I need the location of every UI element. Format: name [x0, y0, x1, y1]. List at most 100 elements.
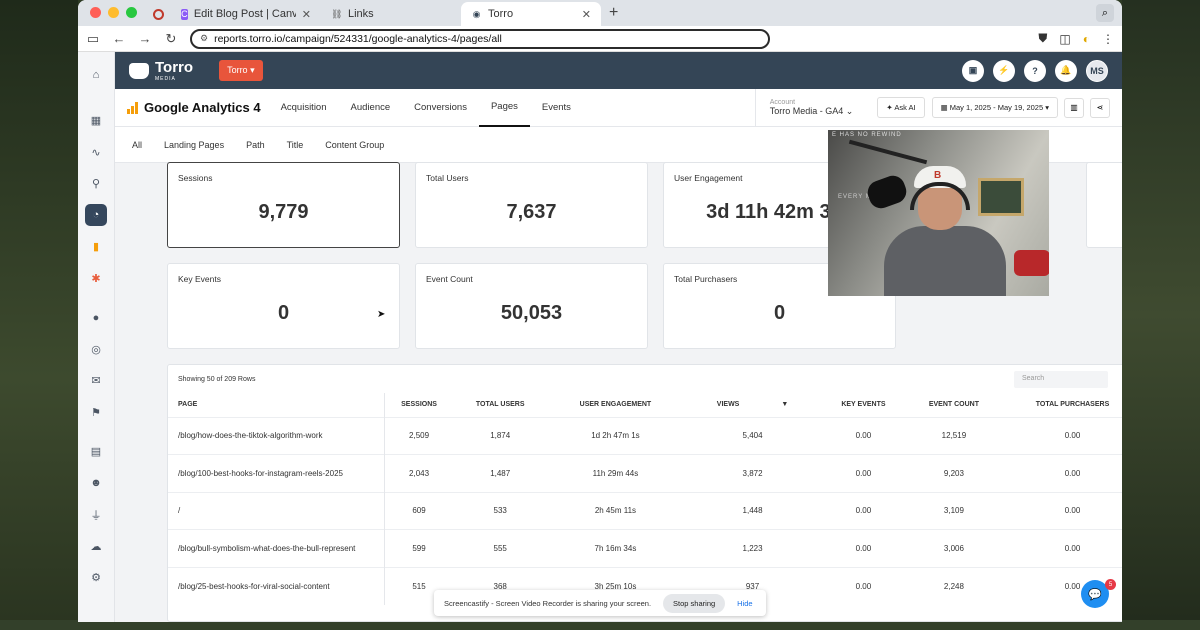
tab-acquisition[interactable]: Acquisition	[269, 89, 339, 127]
column-header-views[interactable]: VIEWS ▼	[684, 393, 821, 417]
metric-card-key-events[interactable]: Key Events 0	[167, 263, 400, 349]
column-header-label: VIEWS	[716, 401, 740, 409]
tab-links[interactable]: ⛓ Links	[321, 2, 461, 26]
google-analytics-logo-icon	[127, 101, 138, 114]
metric-card-event-count[interactable]: Event Count 50,053	[415, 263, 648, 349]
tab-audience[interactable]: Audience	[339, 89, 403, 127]
subtab-title[interactable]: Title	[276, 140, 315, 150]
home-icon[interactable]: ⌂	[85, 64, 107, 86]
tab-events[interactable]: Events	[530, 89, 583, 127]
tab-pinned[interactable]	[147, 2, 171, 26]
date-range-picker[interactable]: ▦ May 1, 2025 - May 19, 2025 ▾	[931, 97, 1058, 118]
table-row[interactable]: /blog/100-best-hooks-for-instagram-reels…	[168, 454, 1122, 492]
mail-icon[interactable]: ✉	[85, 370, 107, 392]
back-icon[interactable]: ←	[112, 31, 126, 46]
tab-torro[interactable]: ◉ Torro ✕	[461, 2, 601, 26]
cloud-icon[interactable]: ☁	[85, 535, 107, 557]
torro-logo[interactable]: Torro MEDIA	[129, 59, 193, 82]
metric-card-partial	[1086, 162, 1122, 248]
close-window-button[interactable]	[90, 7, 101, 18]
forward-icon[interactable]: →	[138, 31, 152, 46]
add-report-icon[interactable]: ▣	[962, 59, 984, 82]
table-cell: 3,109	[905, 491, 1002, 530]
search-icon[interactable]: ⚲	[85, 173, 107, 195]
table-row[interactable]: /blog/bull-symbolism-what-does-the-bull-…	[168, 529, 1122, 567]
column-header-user-engagement[interactable]: USER ENGAGEMENT	[547, 393, 684, 417]
column-header-event-count[interactable]: EVENT COUNT	[906, 393, 1002, 417]
subtab-all[interactable]: All	[121, 140, 153, 150]
zoom-window-button[interactable]	[126, 7, 137, 18]
location-icon[interactable]: ⚑	[85, 401, 107, 423]
tab-pages[interactable]: Pages	[478, 89, 530, 127]
bull-icon	[129, 62, 149, 79]
table-cell: 2,248	[905, 566, 1002, 605]
google-analytics-icon[interactable]: ▮	[85, 236, 107, 258]
avatar[interactable]: MS	[1086, 59, 1108, 82]
ask-ai-button[interactable]: ✦ Ask AI	[877, 97, 925, 118]
tab-conversions[interactable]: Conversions	[402, 89, 479, 127]
table-cell: 555	[453, 529, 547, 567]
account-selector[interactable]: Account Torro Media - GA4 ⌄	[754, 88, 868, 127]
split-view-icon[interactable]: ◫	[1059, 32, 1070, 46]
column-header-key-events[interactable]: KEY EVENTS	[821, 393, 906, 417]
column-header-total-purchasers[interactable]: TOTAL PURCHASERS	[1002, 393, 1122, 417]
grid-icon[interactable]: ▦	[85, 110, 107, 132]
page-path-cell[interactable]: /blog/25-best-hooks-for-viral-social-con…	[168, 566, 385, 605]
pulse-icon[interactable]: ∿	[85, 141, 107, 163]
page-path-cell[interactable]: /blog/100-best-hooks-for-instagram-reels…	[168, 454, 385, 492]
share-icon[interactable]: ⋖	[1090, 97, 1110, 118]
page-path-cell[interactable]: /blog/how-does-the-tiktok-algorithm-work	[168, 416, 385, 455]
table-header-row: PAGE SESSIONS TOTAL USERS USER ENGAGEMEN…	[168, 393, 1122, 417]
chat-icon[interactable]: ●	[85, 307, 107, 329]
page-path-cell[interactable]: /	[168, 491, 385, 530]
workspace-dropdown[interactable]: Torro ▾	[219, 60, 263, 81]
webcam-overlay[interactable]: E HAS NO REWIND EVERY MOM B	[828, 130, 1049, 296]
metric-label: Total Purchasers	[674, 274, 738, 284]
close-tab-icon[interactable]: ✕	[582, 8, 591, 21]
help-icon[interactable]: ?	[1024, 59, 1046, 82]
address-bar[interactable]: ⚙ reports.torro.io/campaign/524331/googl…	[190, 28, 770, 49]
menu-icon[interactable]: ⋮	[1102, 32, 1114, 46]
plug-icon[interactable]: ⏚	[85, 504, 107, 526]
tab-search-icon[interactable]: ⌕	[1096, 4, 1114, 22]
table-cell: 0.00	[1002, 529, 1122, 567]
hide-button[interactable]: Hide	[737, 599, 752, 608]
settings-icon[interactable]: ⚙	[85, 567, 107, 589]
close-tab-icon[interactable]: ✕	[302, 8, 311, 21]
desktop-background-right	[1122, 0, 1200, 630]
reload-icon[interactable]: ↻	[164, 31, 178, 47]
sort-desc-icon[interactable]: ▼	[781, 401, 788, 408]
subtab-landing-pages[interactable]: Landing Pages	[153, 140, 235, 150]
site-info-icon[interactable]: ⚙	[200, 33, 208, 44]
stop-sharing-button[interactable]: Stop sharing	[663, 593, 726, 613]
tab-canva[interactable]: C Edit Blog Post | Canva's $100M S ✕	[171, 2, 321, 26]
table-row[interactable]: /609 533 2h 45m 11s 1,448 0.00 3,109 0.00	[168, 491, 1122, 530]
notification-bell-icon[interactable]: 🔔	[1055, 59, 1077, 82]
export-icon[interactable]: ▥	[1064, 97, 1084, 118]
table-search-input[interactable]: Search	[1014, 370, 1108, 388]
tab-strip: C Edit Blog Post | Canva's $100M S ✕ ⛓ L…	[78, 0, 1122, 26]
page-path-cell[interactable]: /blog/bull-symbolism-what-does-the-bull-…	[168, 529, 385, 567]
users-icon[interactable]: ☻	[85, 472, 107, 494]
extension-icon[interactable]: ◐	[1083, 32, 1090, 46]
minimize-window-button[interactable]	[108, 7, 119, 18]
subtab-path[interactable]: Path	[235, 140, 276, 150]
new-tab-button[interactable]: +	[601, 4, 626, 26]
metric-card-sessions[interactable]: Sessions 9,779	[167, 162, 400, 248]
table-row[interactable]: /blog/how-does-the-tiktok-algorithm-work…	[168, 416, 1122, 455]
mouse-cursor: ➤	[377, 309, 386, 320]
metric-card-total-users[interactable]: Total Users 7,637	[415, 162, 648, 248]
analytics-icon[interactable]: ◔	[85, 204, 107, 226]
table-cell: 9,203	[905, 454, 1002, 492]
document-icon[interactable]: ▤	[85, 441, 107, 463]
hubspot-icon[interactable]: ✱	[85, 267, 107, 289]
shield-icon[interactable]: ⛊	[1038, 31, 1047, 46]
url-text: reports.torro.io/campaign/524331/google-…	[214, 32, 502, 45]
column-header-page[interactable]: PAGE	[168, 393, 385, 417]
lightning-icon[interactable]: ⚡	[993, 59, 1015, 82]
subtab-content-group[interactable]: Content Group	[314, 140, 395, 150]
whatsapp-icon[interactable]: ◎	[85, 338, 107, 360]
column-header-total-users[interactable]: TOTAL USERS	[454, 393, 547, 417]
column-header-sessions[interactable]: SESSIONS	[384, 393, 454, 417]
sidebar-toggle-icon[interactable]: ▭	[86, 31, 100, 47]
